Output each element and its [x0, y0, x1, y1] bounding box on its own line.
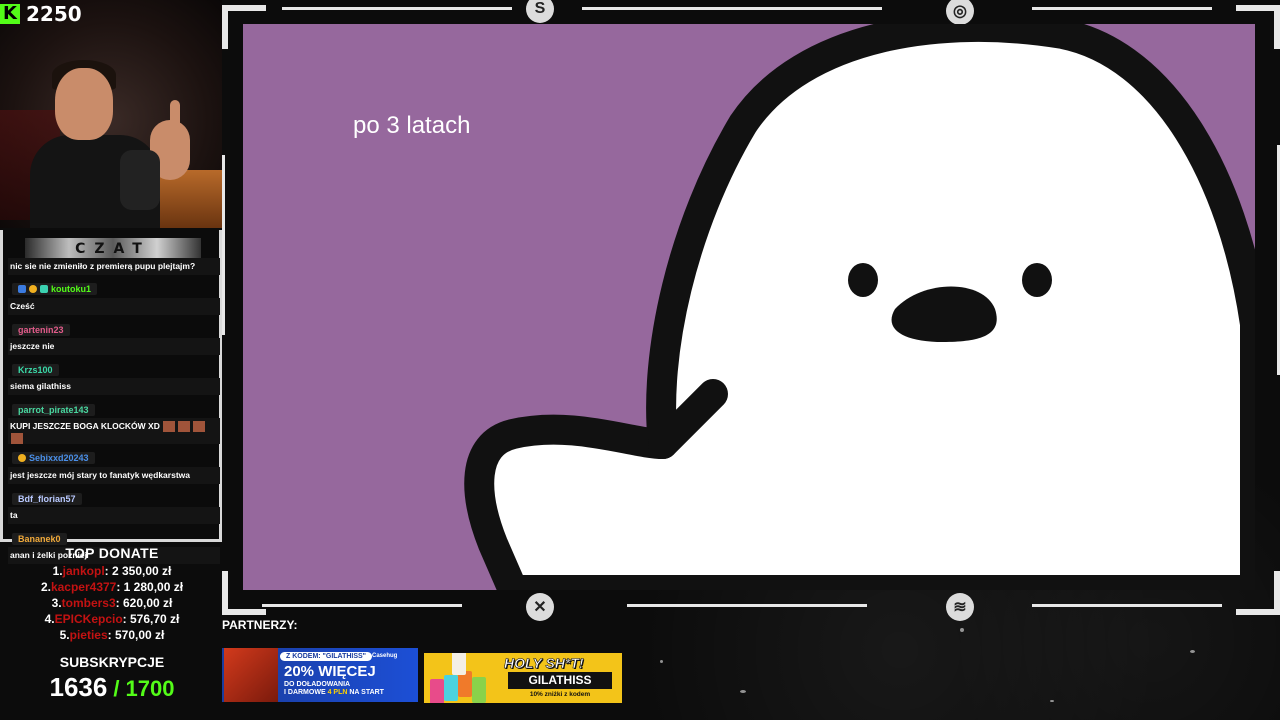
chest-icon	[224, 648, 278, 702]
badge-icon	[18, 285, 26, 293]
promo-headline: 20% WIĘCEJ	[284, 663, 376, 680]
frame-line	[1032, 604, 1222, 607]
badge-icon	[29, 285, 37, 293]
chat-message: gartenin23 jeszcze nie	[8, 320, 220, 355]
chat-message-text: ta	[8, 507, 220, 524]
frame-line	[627, 604, 867, 607]
badge-icon	[40, 285, 48, 293]
chat-message: Sebixxd20243 jest jeszcze mój stary to f…	[8, 449, 220, 484]
chat-header: CZAT	[25, 238, 201, 260]
chat-username: Sebixxd20243	[12, 452, 95, 464]
video-player[interactable]: po 3 latach	[243, 24, 1255, 590]
microphone	[120, 150, 160, 210]
emote-icon	[192, 421, 205, 433]
subscription-goal: SUBSKRYPCJE 1636/ 1700	[0, 654, 224, 703]
top-donate-title: TOP DONATE	[65, 545, 159, 561]
chat-title: CZAT	[75, 241, 151, 257]
frame-line	[582, 7, 882, 10]
top-donate-panel: TOP DONATE 1.jankopl: 2 350,00 zł 2.kacp…	[0, 545, 224, 643]
holy-subtext: 10% zniżki z kodem	[529, 691, 591, 698]
kick-logo-icon: K	[0, 4, 20, 24]
chat-username: parrot_pirate143	[12, 404, 95, 416]
subs-progress: 1636/ 1700	[0, 672, 224, 703]
viewer-count: 2250	[26, 2, 82, 26]
viewer-counter: K 2250	[0, 0, 82, 28]
ghost-illustration	[464, 24, 1255, 590]
top-donate-list: 1.jankopl: 2 350,00 zł 2.kacper4377: 1 2…	[0, 563, 224, 643]
casehug-banner[interactable]: Z KODEM: "GILATHISS" Casehug 20% WIĘCEJ …	[222, 648, 418, 702]
subs-current: 1636	[49, 672, 108, 702]
promo-subtext: DO DOŁADOWANIA I DARMOWE 4 PLN NA START	[284, 681, 384, 696]
brand-name: Casehug	[372, 653, 398, 659]
chat-message-text: nic sie nie zmieniło z premierą pupu ple…	[8, 258, 220, 275]
chat-username: Krzs100	[12, 364, 59, 376]
frame-line	[1032, 7, 1212, 10]
background-speck	[740, 690, 746, 693]
wave-logo-icon: ≋	[946, 593, 974, 621]
frame-line	[282, 7, 512, 10]
holy-code: GILATHISS	[508, 672, 612, 689]
emote-icon	[162, 421, 175, 433]
chat-message: Krzs100 siema gilathiss	[8, 360, 220, 395]
chat-message: koutoku1 Cześć	[8, 280, 220, 315]
donate-entry: 3.tombers3: 620,00 zł	[51, 596, 173, 610]
chat-username: koutoku1	[12, 283, 98, 295]
chat-username: Bananek0	[12, 533, 67, 545]
chat-username: gartenin23	[12, 324, 70, 336]
holy-banner[interactable]: HOLY SH*T! GILATHISS 10% zniżki z kodem	[424, 653, 622, 703]
chat-messages[interactable]: nic sie nie zmieniło z premierą pupu ple…	[8, 258, 220, 569]
chat-message: Bdf_florian57 ta	[8, 489, 220, 524]
promo-code-tag: Z KODEM: "GILATHISS"	[280, 652, 373, 661]
chat-message-text: siema gilathiss	[8, 378, 220, 395]
webcam-feed	[0, 0, 222, 228]
badge-icon	[18, 454, 26, 462]
chat-message-text: jeszcze nie	[8, 338, 220, 355]
chat-panel: CZAT nic sie nie zmieniło z premierą pup…	[0, 230, 222, 564]
donate-entry: 5.pieties: 570,00 zł	[59, 628, 165, 642]
background-speck	[960, 628, 964, 632]
chat-message-text: KUPI JESZCZE BOGA KLOCKÓW XD	[10, 421, 160, 431]
holy-title: HOLY SH*T!	[504, 655, 584, 672]
chat-message: parrot_pirate143 KUPI JESZCZE BOGA KLOCK…	[8, 400, 220, 444]
emote-icon	[11, 432, 23, 444]
donate-entry: 2.kacper4377: 1 280,00 zł	[40, 580, 184, 594]
brand-logo-icon: S	[526, 0, 554, 23]
chat-message: nic sie nie zmieniło z premierą pupu ple…	[8, 258, 220, 275]
cross-logo-icon: ✕	[526, 593, 554, 621]
emote-icon	[177, 421, 190, 433]
background-speck	[1050, 700, 1054, 702]
partners-label: PARTNERZY:	[222, 618, 298, 632]
chat-message-text: jest jeszcze mój stary to fanatyk wędkar…	[8, 467, 220, 484]
product-cans-icon	[424, 653, 500, 703]
chat-username: Bdf_florian57	[12, 493, 82, 505]
background-speck	[1190, 650, 1195, 653]
frame-line	[262, 604, 462, 607]
donate-entry: 4.EPICKepcio: 576,70 zł	[44, 612, 180, 626]
frame-line	[222, 155, 225, 335]
background-speck	[660, 660, 663, 663]
subs-goal: / 1700	[113, 676, 175, 701]
chat-message-text: Cześć	[8, 298, 220, 315]
target-logo-icon: ◎	[946, 0, 974, 25]
donate-entry: 1.jankopl: 2 350,00 zł	[52, 564, 172, 578]
chat-message-row: KUPI JESZCZE BOGA KLOCKÓW XD	[8, 418, 220, 444]
subs-title: SUBSKRYPCJE	[59, 654, 165, 670]
